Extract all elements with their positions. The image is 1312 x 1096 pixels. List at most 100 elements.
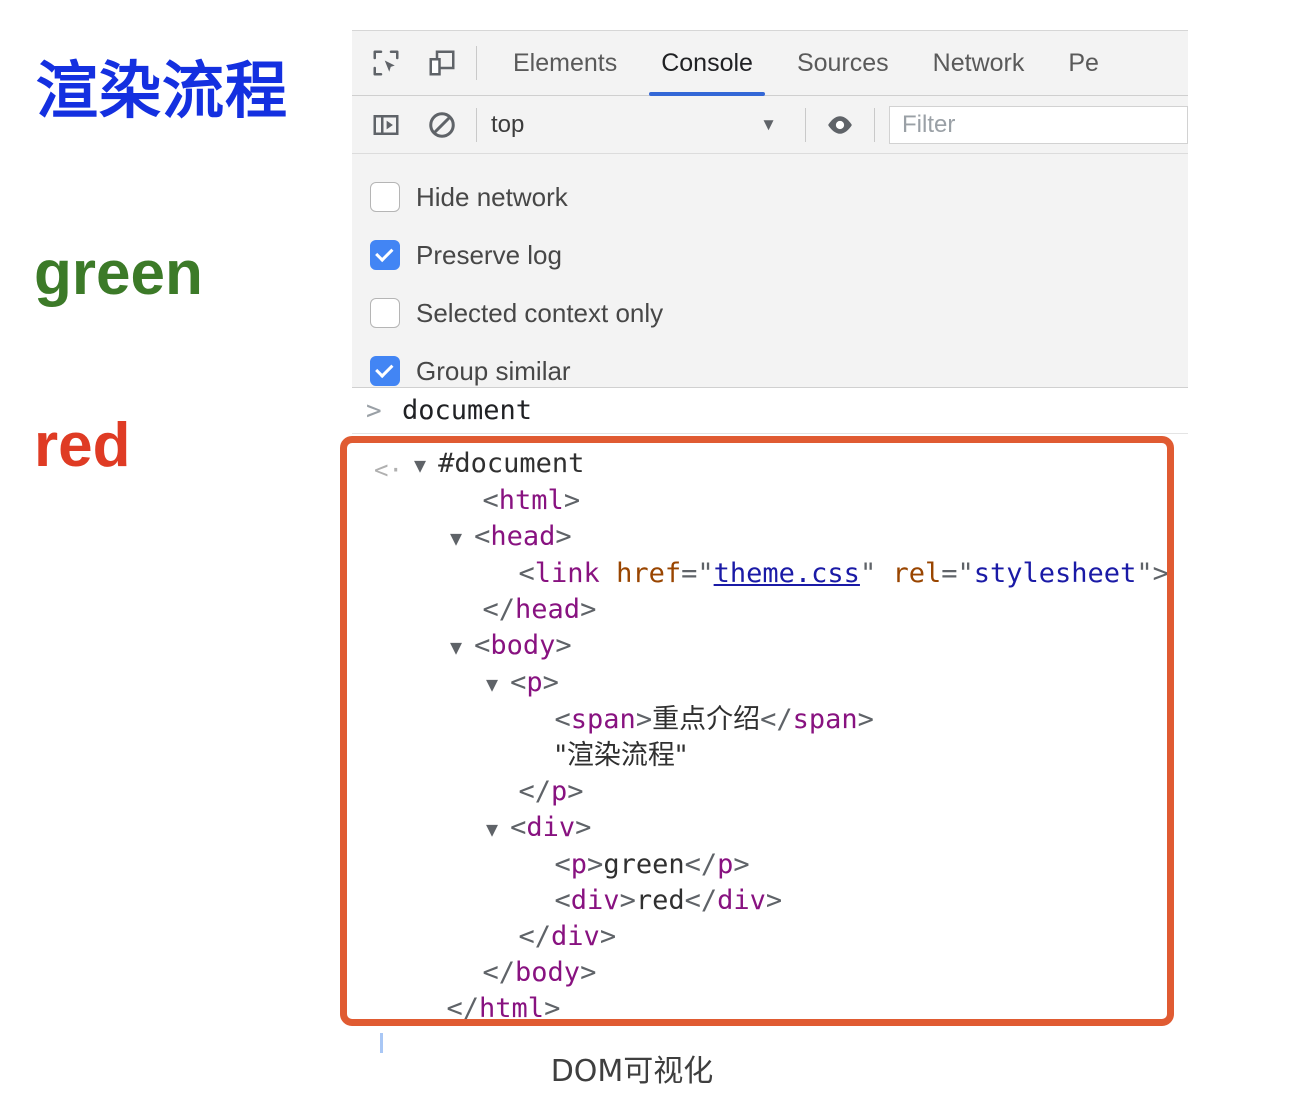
dom-token-tag: span <box>570 704 636 735</box>
rendered-green-text: green <box>34 239 203 308</box>
chevron-down-icon[interactable]: ▼ <box>414 453 438 477</box>
clear-console-icon[interactable] <box>422 105 462 145</box>
dom-token-br: < <box>554 704 571 735</box>
dom-token-text: green <box>603 849 685 880</box>
dom-tree-indent-spacer <box>522 704 555 735</box>
tab-elements[interactable]: Elements <box>491 31 639 96</box>
dom-token-br: > <box>567 776 584 807</box>
dom-token-br: </ <box>684 849 718 880</box>
console-command-row[interactable]: > document <box>352 388 1188 434</box>
execution-context-select[interactable]: top ▼ <box>491 111 791 139</box>
dom-tree-line[interactable]: </html> <box>352 991 1188 1027</box>
result-arrow-icon: <· <box>374 456 403 484</box>
dom-token-br: > <box>575 812 592 843</box>
tab-console[interactable]: Console <box>639 31 775 96</box>
checkbox-group-similar[interactable] <box>370 356 400 386</box>
dom-tree-line[interactable]: <p>green</p> <box>352 847 1188 883</box>
checkbox-label-selected-context-only: Selected context only <box>416 297 664 328</box>
dom-tree-line[interactable]: </head> <box>352 592 1188 628</box>
dom-tree-line[interactable]: <html> <box>352 483 1188 519</box>
dom-token-br: > <box>619 885 636 916</box>
console-toolbar-icons <box>352 105 462 145</box>
dom-token-sp <box>876 558 892 589</box>
filterbar-divider-2 <box>805 107 806 142</box>
devtools-panel: Elements Console Sources Network Pe top … <box>352 30 1188 388</box>
dom-tree-line[interactable]: <link href="theme.css" rel="stylesheet"> <box>352 556 1188 592</box>
dom-token-cjk: 重点介绍 <box>652 704 761 735</box>
tab-performance[interactable]: Pe <box>1046 31 1121 96</box>
dom-tree-indent-spacer <box>522 740 555 771</box>
chevron-down-icon: ▼ <box>760 114 777 134</box>
dom-token-br: > <box>635 704 653 735</box>
prompt-arrow-icon: > <box>366 395 382 426</box>
console-sidebar-icon[interactable] <box>366 105 406 145</box>
dom-token-br: </ <box>684 885 718 916</box>
dom-tree-line[interactable]: ▼ <head> <box>352 519 1188 556</box>
dom-token-tag: body <box>515 957 581 988</box>
checkbox-row-hide-network[interactable]: Hide network <box>352 168 1188 226</box>
dom-token-br: < <box>518 558 535 589</box>
tab-sources[interactable]: Sources <box>775 31 911 96</box>
dom-token-tag: div <box>717 885 766 916</box>
dom-token-br: > <box>857 704 874 735</box>
dom-token-tag: div <box>570 885 620 916</box>
dom-tree-line[interactable]: "渲染流程" <box>352 738 1188 774</box>
console-settings-checkboxes: Hide network Preserve log Selected conte… <box>352 154 1188 388</box>
dom-token-tag: p <box>526 667 543 698</box>
dom-token-br: > <box>580 957 597 988</box>
dom-token-br: </ <box>518 776 552 807</box>
checkbox-selected-context-only[interactable] <box>370 298 400 328</box>
checkbox-row-preserve-log[interactable]: Preserve log <box>352 226 1188 284</box>
checkbox-hide-network[interactable] <box>370 182 400 212</box>
dom-token-tag: p <box>717 849 734 880</box>
devtools-tool-icons <box>352 43 462 83</box>
dom-tree-lines: ▼ #document <html> ▼ <head> <link href="t… <box>352 446 1188 1027</box>
dom-tree-line[interactable]: </body> <box>352 955 1188 991</box>
dom-tree-line[interactable]: ▼ <p> <box>352 665 1188 702</box>
dom-token-tag: html <box>498 485 564 516</box>
dom-tree-indent-spacer <box>486 558 519 589</box>
chevron-down-icon[interactable]: ▼ <box>486 817 510 841</box>
chevron-down-icon[interactable]: ▼ <box>486 672 510 696</box>
eye-icon[interactable] <box>820 105 860 145</box>
console-filterbar: top ▼ Filter <box>352 96 1188 154</box>
dom-token-br: </ <box>446 993 480 1024</box>
checkbox-row-selected-context-only[interactable]: Selected context only <box>352 284 1188 342</box>
dom-tree-line[interactable]: </div> <box>352 919 1188 955</box>
dom-tree-indent-spacer <box>486 776 519 807</box>
chevron-down-icon[interactable]: ▼ <box>450 635 474 659</box>
console-result-dom-tree: <· ▼ #document <html> ▼ <head> <link href… <box>352 434 1188 1027</box>
page-title: 渲染流程 <box>36 54 289 127</box>
console-command-text: document <box>402 395 533 426</box>
dom-token-tag: head <box>515 594 581 625</box>
inspect-element-icon[interactable] <box>366 43 406 83</box>
dom-tree-line[interactable]: </p> <box>352 774 1188 810</box>
dom-token-br: </ <box>482 957 516 988</box>
dom-tree-line[interactable]: ▼ #document <box>352 446 1188 483</box>
filter-input[interactable]: Filter <box>889 105 1188 144</box>
console-output: > document <· ▼ #document <html> ▼ <head>… <box>352 388 1188 1038</box>
execution-context-value: top <box>491 110 525 138</box>
dom-tree-indent-spacer <box>450 594 483 625</box>
device-toolbar-icon[interactable] <box>422 43 462 83</box>
checkbox-preserve-log[interactable] <box>370 240 400 270</box>
devtools-tabs: Elements Console Sources Network Pe <box>491 31 1121 96</box>
dom-token-tag: span <box>792 704 858 735</box>
dom-token-tag: head <box>490 521 556 552</box>
chevron-down-icon[interactable]: ▼ <box>450 526 474 550</box>
filterbar-divider-1 <box>476 107 477 142</box>
checkbox-row-group-similar[interactable]: Group similar <box>352 342 1188 388</box>
dom-token-attr: rel <box>892 558 942 589</box>
dom-tree-indent-spacer <box>450 957 483 988</box>
dom-tree-line[interactable]: <div>red</div> <box>352 883 1188 919</box>
dom-tree-line[interactable]: ▼ <div> <box>352 810 1188 847</box>
dom-token-br: </ <box>760 704 793 735</box>
dom-token-br: > <box>765 885 783 916</box>
dom-token-br: < <box>554 849 571 880</box>
devtools-tabbar: Elements Console Sources Network Pe <box>352 31 1188 96</box>
tab-network[interactable]: Network <box>911 31 1047 96</box>
dom-tree-line[interactable]: <span>重点介绍</span> <box>352 702 1188 738</box>
dom-tree-line[interactable]: ▼ <body> <box>352 628 1188 665</box>
dom-token-br: > <box>542 667 559 698</box>
dom-token-br: > <box>599 921 617 952</box>
